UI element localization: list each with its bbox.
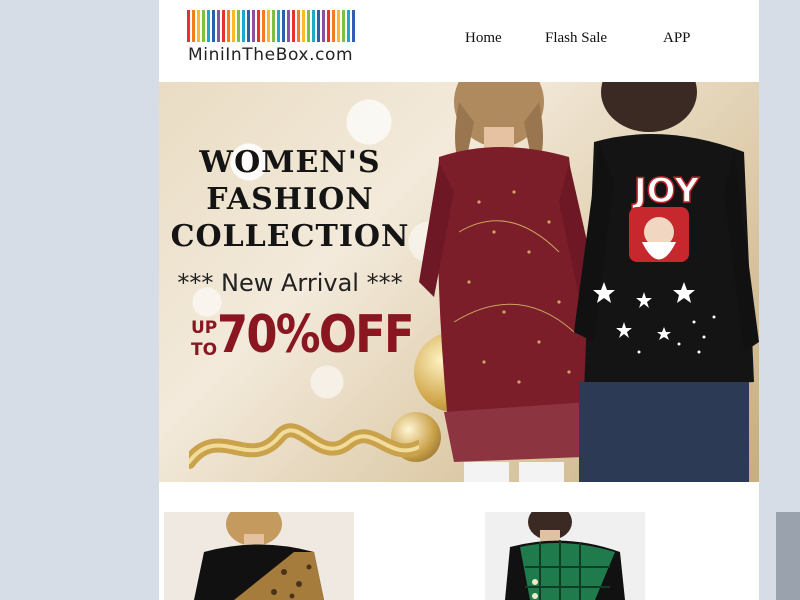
nav-home[interactable]: Home: [465, 30, 502, 47]
model-black-sweatshirt-image: JOY: [574, 82, 759, 482]
hero-banner[interactable]: WOMEN'S FASHION COLLECTION *** New Arriv…: [159, 82, 759, 482]
banner-title-line: WOMEN'S: [199, 145, 381, 180]
sale-prefix: UP TO: [191, 318, 218, 360]
gold-ribbon-icon: [189, 423, 419, 469]
banner-title-line: COLLECTION: [170, 219, 410, 254]
main-nav: Home Flash Sale APP: [159, 30, 759, 50]
product-row: [159, 482, 800, 600]
sale-main: 70%OFF: [217, 305, 415, 365]
green-plaid-button-top-icon: [485, 512, 645, 600]
nav-app[interactable]: APP: [663, 30, 691, 47]
product-card[interactable]: [164, 512, 354, 600]
banner-title-line: FASHION: [206, 182, 374, 217]
banner-new-arrival: *** New Arrival ***: [177, 269, 403, 297]
product-card-partial[interactable]: [776, 512, 800, 600]
page-container: MiniInTheBox.com Home Flash Sale APP WOM…: [159, 0, 800, 600]
banner-sale: UP TO 70%OFF: [159, 305, 421, 373]
leopard-colorblock-top-icon: [164, 512, 354, 600]
site-header: MiniInTheBox.com Home Flash Sale APP: [159, 0, 759, 82]
nav-flash-sale[interactable]: Flash Sale: [545, 30, 607, 47]
sweatshirt-joy-text: JOY: [632, 171, 699, 211]
banner-headline: WOMEN'S FASHION COLLECTION *** New Arriv…: [159, 144, 421, 373]
product-card[interactable]: [485, 512, 645, 600]
